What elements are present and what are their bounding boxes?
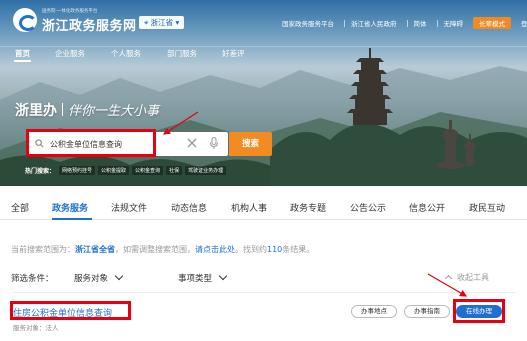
annotation-arrows [162,111,468,297]
arrow-to-search [162,111,199,135]
arrow-to-online-apply [427,273,468,297]
app-root: 国务院·一体化政务服务平台 浙江政务服务网 ⌖ 浙江省 ▾ 国家政务服务平台 浙… [0,0,527,341]
